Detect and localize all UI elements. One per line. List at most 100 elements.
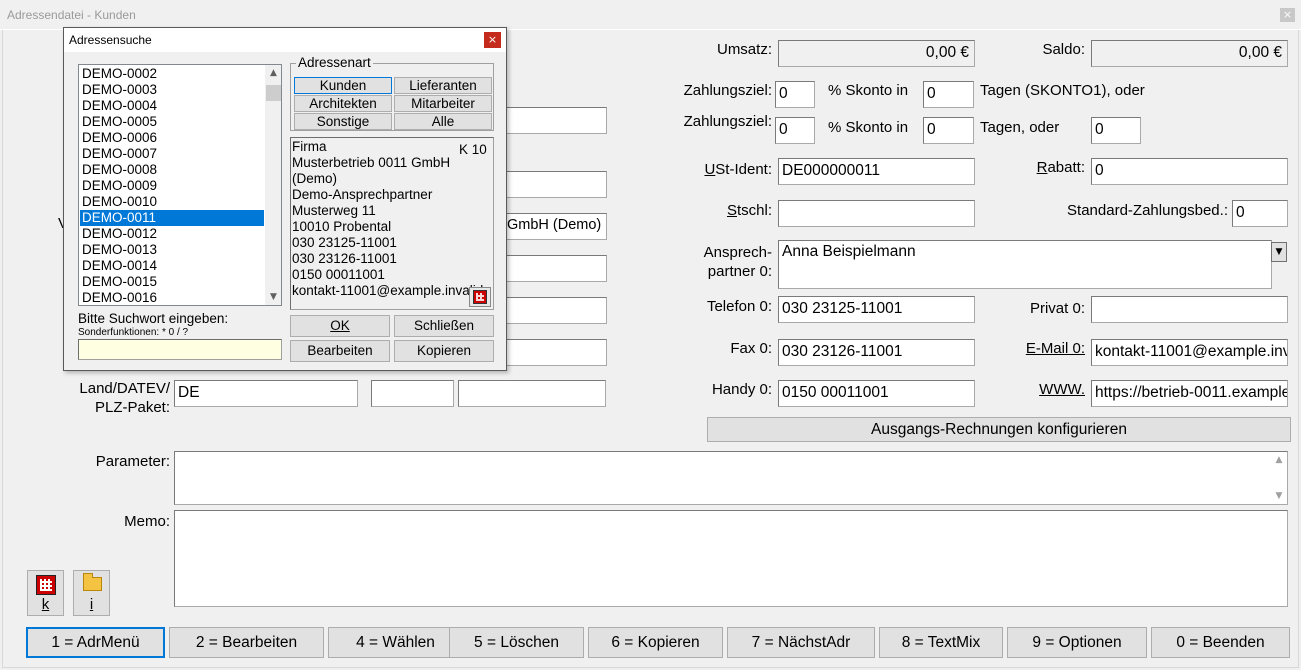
- alle-label: Alle: [431, 114, 455, 129]
- rabatt-input[interactable]: 0: [1091, 158, 1288, 185]
- plz-paket-input[interactable]: [458, 380, 606, 407]
- www-link[interactable]: WWW.: [1010, 381, 1085, 398]
- rabatt-label: Rabatt:: [1036, 159, 1085, 176]
- ok-label: OK: [330, 318, 350, 333]
- email-link[interactable]: E-Mail 0:: [1010, 340, 1085, 357]
- address-field-4[interactable]: [506, 255, 607, 282]
- telefon-input[interactable]: 030 23125-11001: [778, 296, 975, 323]
- dialog-bearbeiten-label: Bearbeiten: [307, 343, 373, 358]
- dialog-bearbeiten-button[interactable]: Bearbeiten: [290, 340, 390, 362]
- address-list[interactable]: DEMO-0002 DEMO-0003 DEMO-0004 DEMO-0005 DEMO…: [78, 64, 282, 306]
- parameter-scroll-up-icon[interactable]: ▲: [1272, 455, 1286, 465]
- zahlungsziel-input-2[interactable]: 0: [775, 117, 815, 144]
- privat-input[interactable]: [1091, 296, 1288, 323]
- adrmenue-button[interactable]: 1 = AdrMenü: [26, 627, 165, 658]
- sonstige-label: Sonstige: [316, 114, 370, 129]
- naechstadr-button[interactable]: 7 = NächstAdr: [727, 627, 875, 658]
- ok-button[interactable]: OK: [290, 315, 390, 337]
- address-list-item[interactable]: DEMO-0012: [80, 226, 264, 242]
- www-input[interactable]: https://betrieb-0011.example.invalid: [1091, 380, 1288, 407]
- address-field-1[interactable]: [506, 107, 607, 134]
- list-scroll-thumb[interactable]: [266, 85, 281, 101]
- dialog-close-icon[interactable]: ×: [484, 32, 501, 48]
- preview-calculator-button[interactable]: [469, 287, 491, 307]
- email-input[interactable]: kontakt-11001@example.invalid: [1091, 339, 1288, 366]
- address-list-item[interactable]: DEMO-0006: [80, 130, 264, 146]
- memo-textarea[interactable]: [174, 510, 1288, 607]
- tage-label-1: Tagen (SKONTO1), oder: [980, 82, 1145, 99]
- ansprechpartner-dropdown-icon[interactable]: ▼: [1271, 242, 1287, 262]
- firma-field[interactable]: GmbH (Demo): [506, 213, 607, 240]
- lieferanten-button[interactable]: Lieferanten: [394, 77, 492, 94]
- address-field-5[interactable]: [506, 297, 607, 324]
- list-scroll-down-icon[interactable]: ▼: [265, 289, 281, 305]
- mitarbeiter-button[interactable]: Mitarbeiter: [394, 95, 492, 112]
- list-scroll-up-icon[interactable]: ▲: [265, 65, 281, 81]
- address-list-item[interactable]: DEMO-0009: [80, 178, 264, 194]
- address-list-item[interactable]: DEMO-0014: [80, 258, 264, 274]
- memo-label: Memo:: [124, 513, 170, 530]
- zahlungsziel-label-2: Zahlungsziel:: [683, 113, 772, 130]
- stschl-input[interactable]: [778, 200, 975, 227]
- handy-label: Handy 0:: [711, 381, 772, 398]
- skonto-input-1[interactable]: 0: [923, 81, 974, 108]
- parameter-textarea[interactable]: ▲ ▼: [174, 451, 1288, 505]
- window-close-icon[interactable]: ×: [1280, 8, 1295, 22]
- kopieren-label: 6 = Kopieren: [611, 634, 700, 651]
- parameter-scroll-down-icon[interactable]: ▼: [1272, 491, 1286, 501]
- bearbeiten-label: 2 = Bearbeiten: [195, 634, 298, 651]
- preview-line: Demo-Ansprechpartner: [292, 187, 433, 202]
- mitarbeiter-label: Mitarbeiter: [411, 96, 475, 111]
- saldo-field: 0,00 €: [1091, 40, 1288, 67]
- address-list-item[interactable]: DEMO-0004: [80, 98, 264, 114]
- standard-zahlungsbed-input[interactable]: 0: [1232, 200, 1288, 227]
- ausgangs-rechnungen-button[interactable]: Ausgangs-Rechnungen konfigurieren: [707, 417, 1291, 442]
- address-list-item[interactable]: DEMO-0013: [80, 242, 264, 258]
- alle-button[interactable]: Alle: [394, 113, 492, 130]
- schliessen-button[interactable]: Schließen: [394, 315, 494, 337]
- architekten-label: Architekten: [309, 96, 377, 111]
- preview-line: 0150 00011001: [292, 267, 385, 282]
- waehlen-button[interactable]: 4 = Wählen: [328, 627, 463, 658]
- optionen-button[interactable]: 9 = Optionen: [1007, 627, 1147, 658]
- kunden-button[interactable]: Kunden: [294, 77, 392, 94]
- beenden-button[interactable]: 0 = Beenden: [1151, 627, 1290, 658]
- loeschen-button[interactable]: 5 = Löschen: [449, 627, 584, 658]
- address-field-6[interactable]: [506, 339, 607, 366]
- folder-button[interactable]: i: [73, 570, 110, 616]
- tage-input-2[interactable]: 0: [1091, 117, 1141, 144]
- address-list-item[interactable]: DEMO-0008: [80, 162, 264, 178]
- address-list-scrollbar[interactable]: ▲ ▼: [265, 65, 281, 305]
- preview-line: Firma: [292, 139, 327, 154]
- architekten-button[interactable]: Architekten: [294, 95, 392, 112]
- calculator-button[interactable]: k: [27, 570, 64, 616]
- ansprechpartner-select[interactable]: Anna Beispielmann: [778, 240, 1272, 289]
- skonto-input-2[interactable]: 0: [923, 117, 974, 144]
- search-input[interactable]: [78, 339, 282, 360]
- fax-input[interactable]: 030 23126-11001: [778, 339, 975, 366]
- umsatz-label: Umsatz:: [716, 41, 772, 58]
- address-list-item[interactable]: DEMO-0003: [80, 82, 264, 98]
- zahlungsziel-input-1[interactable]: 0: [775, 81, 815, 108]
- loeschen-label: 5 = Löschen: [474, 634, 559, 651]
- address-list-item[interactable]: DEMO-0011: [80, 210, 264, 226]
- kopieren-button[interactable]: 6 = Kopieren: [588, 627, 723, 658]
- ausgangs-rechnungen-label: Ausgangs-Rechnungen konfigurieren: [871, 421, 1127, 438]
- address-list-item[interactable]: DEMO-0015: [80, 274, 264, 290]
- ustid-input[interactable]: DE000000011: [778, 158, 975, 185]
- address-list-item[interactable]: DEMO-0007: [80, 146, 264, 162]
- ustid-label: USt-Ident:: [704, 161, 772, 178]
- address-list-item[interactable]: DEMO-0010: [80, 194, 264, 210]
- bearbeiten-button[interactable]: 2 = Bearbeiten: [169, 627, 324, 658]
- address-list-item[interactable]: DEMO-0016: [80, 290, 264, 305]
- address-list-item[interactable]: DEMO-0005: [80, 114, 264, 130]
- datev-input[interactable]: [371, 380, 454, 407]
- naechstadr-label: 7 = NächstAdr: [751, 634, 851, 651]
- sonstige-button[interactable]: Sonstige: [294, 113, 392, 130]
- address-list-item[interactable]: DEMO-0002: [80, 66, 264, 82]
- handy-input[interactable]: 0150 00011001: [778, 380, 975, 407]
- dialog-kopieren-button[interactable]: Kopieren: [394, 340, 494, 362]
- textmix-button[interactable]: 8 = TextMix: [879, 627, 1003, 658]
- land-input[interactable]: DE: [174, 380, 358, 407]
- address-field-2[interactable]: [506, 171, 607, 198]
